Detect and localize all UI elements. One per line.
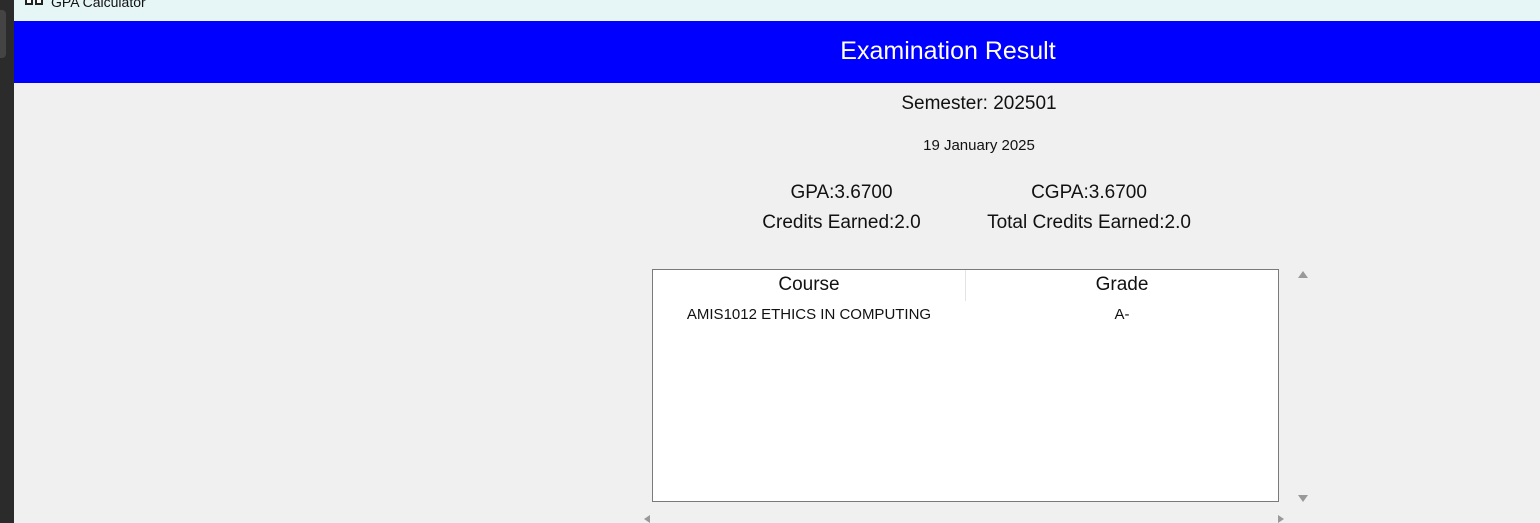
scroll-down-arrow-icon[interactable] [1298, 495, 1308, 502]
horizontal-scrollbar[interactable] [642, 512, 1290, 523]
scroll-left-arrow-icon[interactable] [644, 515, 650, 523]
side-handle [0, 10, 6, 58]
grade-cell: A- [1114, 306, 1130, 323]
window-titlebar[interactable]: GPA Calculator [14, 0, 1540, 21]
gpa-value: GPA:3.6700 [790, 182, 893, 203]
scroll-up-arrow-icon[interactable] [1298, 271, 1308, 278]
table-header: Course Grade [653, 270, 1278, 301]
vertical-scrollbar[interactable] [1293, 266, 1313, 506]
column-header-grade[interactable]: Grade [966, 274, 1278, 296]
semester-label: Semester: 202501 [901, 93, 1057, 114]
desktop-left-edge [0, 0, 14, 523]
cgpa-value: CGPA:3.6700 [1031, 182, 1147, 203]
course-cell: AMIS1012 ETHICS IN COMPUTING [686, 306, 932, 323]
scroll-right-arrow-icon[interactable] [1278, 515, 1284, 523]
table-row[interactable]: AMIS1012 ETHICS IN COMPUTING A- [653, 304, 1278, 326]
page-title: Examination Result [840, 37, 1056, 65]
window-title: GPA Calculator [51, 0, 146, 10]
credits-earned: Credits Earned:2.0 [762, 212, 921, 233]
gpa-calculator-window: GPA Calculator Examination Result Semest… [14, 0, 1540, 523]
gpa-calculator-app-icon [25, 0, 43, 10]
column-header-course[interactable]: Course [653, 274, 965, 296]
results-table[interactable]: Course Grade AMIS1012 ETHICS IN COMPUTIN… [652, 269, 1279, 502]
header-bar: Examination Result [14, 21, 1540, 83]
total-credits-earned: Total Credits Earned:2.0 [987, 212, 1191, 233]
result-date: 19 January 2025 [923, 137, 1035, 154]
